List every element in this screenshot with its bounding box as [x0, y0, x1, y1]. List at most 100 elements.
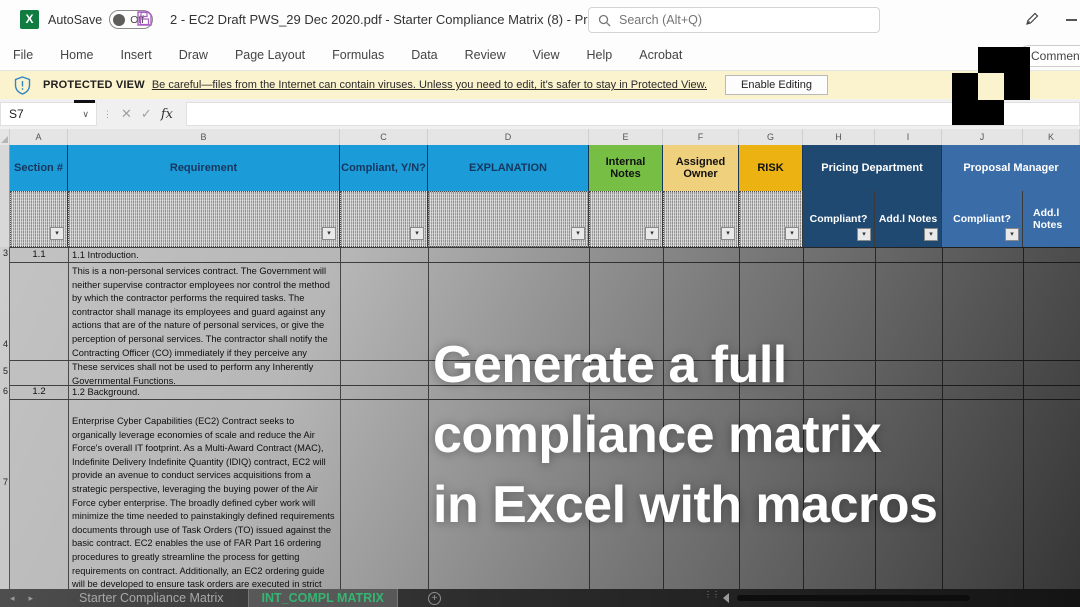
video-headline: Generate a full compliance matrix in Exc… [433, 330, 937, 540]
col-letter-j[interactable]: J [942, 129, 1023, 145]
filter-dropdown-icon[interactable]: ▾ [50, 227, 64, 240]
enable-editing-button[interactable]: Enable Editing [725, 75, 828, 95]
header-internal-notes[interactable]: Internal Notes [589, 145, 663, 191]
row-header-spacer [0, 145, 10, 191]
filter-dropdown-icon[interactable]: ▾ [924, 228, 938, 241]
cell-requirement[interactable]: 1.1 Introduction. [72, 249, 337, 261]
sheet-tab-int-compl-matrix[interactable]: INT_COMPL MATRIX [248, 589, 398, 607]
subheader-pricing-notes[interactable]: Add.l Notes ▾ [875, 191, 942, 247]
splitter-handle-icon[interactable]: ⋮⋮ [704, 592, 720, 598]
header-risk[interactable]: RISK [739, 145, 803, 191]
title-bar: X AutoSave Off 2 - EC2 Draft PWS_29 Dec … [0, 0, 1080, 40]
filter-cell-e: ▾ [589, 191, 663, 247]
filter-cell-b: ▾ [68, 191, 340, 247]
tab-data[interactable]: Data [411, 48, 437, 62]
name-box[interactable]: S7 ∨ [0, 102, 97, 126]
col-letter-f[interactable]: F [663, 129, 739, 145]
tab-help[interactable]: Help [587, 48, 613, 62]
header-requirement[interactable]: Requirement [68, 145, 340, 191]
filter-dropdown-icon[interactable]: ▾ [645, 227, 659, 240]
tab-file[interactable]: File [13, 48, 33, 62]
formula-input[interactable] [186, 102, 1080, 126]
tab-draw[interactable]: Draw [179, 48, 208, 62]
col-letter-d[interactable]: D [428, 129, 589, 145]
tab-formulas[interactable]: Formulas [332, 48, 384, 62]
sheet-nav-arrows[interactable]: ◂▸ [0, 593, 55, 604]
cell-section-number[interactable]: 1.1 [10, 249, 68, 260]
row-number[interactable]: 5 [0, 366, 9, 376]
row-number[interactable]: 7 [0, 477, 9, 487]
headline-line-3: in Excel with macros [433, 470, 937, 540]
name-box-value: S7 [9, 107, 24, 121]
filter-cell-a: ▾ [10, 191, 68, 247]
sheet-tab-bar: ◂▸ Starter Compliance Matrix INT_COMPL M… [0, 589, 1080, 607]
filter-dropdown-icon[interactable]: ▾ [571, 227, 585, 240]
name-box-dropdown-icon[interactable]: ∨ [82, 103, 89, 125]
excel-app-icon[interactable]: X [20, 10, 39, 29]
cell-requirement[interactable]: These services shall not be used to perf… [72, 361, 337, 388]
sheet-tab-starter[interactable]: Starter Compliance Matrix [55, 589, 248, 607]
subheader-proposal-notes[interactable]: Add.l Notes [1023, 191, 1080, 247]
select-all-corner[interactable] [0, 129, 10, 145]
col-letter-b[interactable]: B [68, 129, 340, 145]
enter-icon[interactable]: ✓ [141, 106, 152, 122]
drag-handle-icon[interactable]: ⋮ [103, 110, 112, 118]
toggle-knob-icon [113, 14, 125, 26]
matrix-header-row: Section # Requirement Compliant, Y/N? EX… [0, 145, 1080, 191]
cancel-icon[interactable]: ✕ [121, 106, 132, 122]
col-letter-a[interactable]: A [10, 129, 68, 145]
row-header-strip[interactable]: 3 4 5 6 7 [0, 247, 10, 607]
search-box[interactable] [588, 7, 880, 33]
cell-requirement[interactable]: Enterprise Cyber Capabilities (EC2) Cont… [72, 415, 337, 589]
tab-home[interactable]: Home [60, 48, 93, 62]
protected-view-label: PROTECTED VIEW [43, 79, 145, 91]
col-letter-h[interactable]: H [803, 129, 875, 145]
protected-view-banner: PROTECTED VIEW Be careful—files from the… [0, 71, 1080, 99]
col-letter-e[interactable]: E [589, 129, 663, 145]
col-letter-c[interactable]: C [340, 129, 428, 145]
save-icon[interactable] [136, 10, 153, 32]
filter-cell-f: ▾ [663, 191, 739, 247]
filter-dropdown-icon[interactable]: ▾ [1005, 228, 1019, 241]
ink-pen-icon[interactable] [1024, 11, 1040, 32]
minimize-button[interactable] [1066, 19, 1077, 21]
row-number[interactable]: 6 [0, 386, 9, 396]
subheader-proposal-compliant[interactable]: Compliant?▾ [942, 191, 1023, 247]
cell-section-number[interactable]: 1.2 [10, 386, 68, 397]
filter-cell-d: ▾ [428, 191, 589, 247]
insert-function-icon[interactable]: fx [161, 107, 173, 122]
header-compliant[interactable]: Compliant, Y/N? [340, 145, 428, 191]
new-sheet-icon[interactable]: + [428, 592, 441, 605]
filter-dropdown-icon[interactable]: ▾ [857, 228, 871, 241]
subheader-pricing-compliant[interactable]: Compliant?▾ [803, 191, 875, 247]
protected-view-message[interactable]: Be careful—files from the Internet can c… [152, 79, 707, 91]
col-letter-i[interactable]: I [875, 129, 942, 145]
filter-dropdown-icon[interactable]: ▾ [785, 227, 799, 240]
tab-acrobat[interactable]: Acrobat [639, 48, 682, 62]
tab-review[interactable]: Review [465, 48, 506, 62]
header-proposal-manager[interactable]: Proposal Manager [942, 145, 1080, 191]
cursor-artifact [74, 100, 95, 103]
header-section[interactable]: Section # [10, 145, 68, 191]
header-pricing-department[interactable]: Pricing Department [803, 145, 942, 191]
filter-dropdown-icon[interactable]: ▾ [410, 227, 424, 240]
row-number[interactable]: 4 [0, 339, 9, 349]
row-number[interactable]: 3 [0, 248, 9, 258]
tab-insert[interactable]: Insert [121, 48, 152, 62]
col-letter-g[interactable]: G [739, 129, 803, 145]
headline-line-2: compliance matrix [433, 400, 937, 470]
filter-dropdown-icon[interactable]: ▾ [721, 227, 735, 240]
horizontal-scrollbar-thumb[interactable] [737, 595, 970, 601]
scroll-left-icon[interactable] [723, 593, 729, 603]
tab-view[interactable]: View [533, 48, 560, 62]
subheader-label: Add.l Notes [879, 213, 937, 225]
search-input[interactable] [619, 13, 870, 27]
cell-requirement[interactable]: This is a non-personal services contract… [72, 265, 337, 360]
col-letter-k[interactable]: K [1023, 129, 1080, 145]
filter-dropdown-icon[interactable]: ▾ [322, 227, 336, 240]
tab-page-layout[interactable]: Page Layout [235, 48, 305, 62]
header-explanation[interactable]: EXPLANATION [428, 145, 589, 191]
excel-window: X AutoSave Off 2 - EC2 Draft PWS_29 Dec … [0, 0, 1080, 607]
cell-requirement[interactable]: 1.2 Background. [72, 386, 337, 398]
header-assigned-owner[interactable]: Assigned Owner [663, 145, 739, 191]
